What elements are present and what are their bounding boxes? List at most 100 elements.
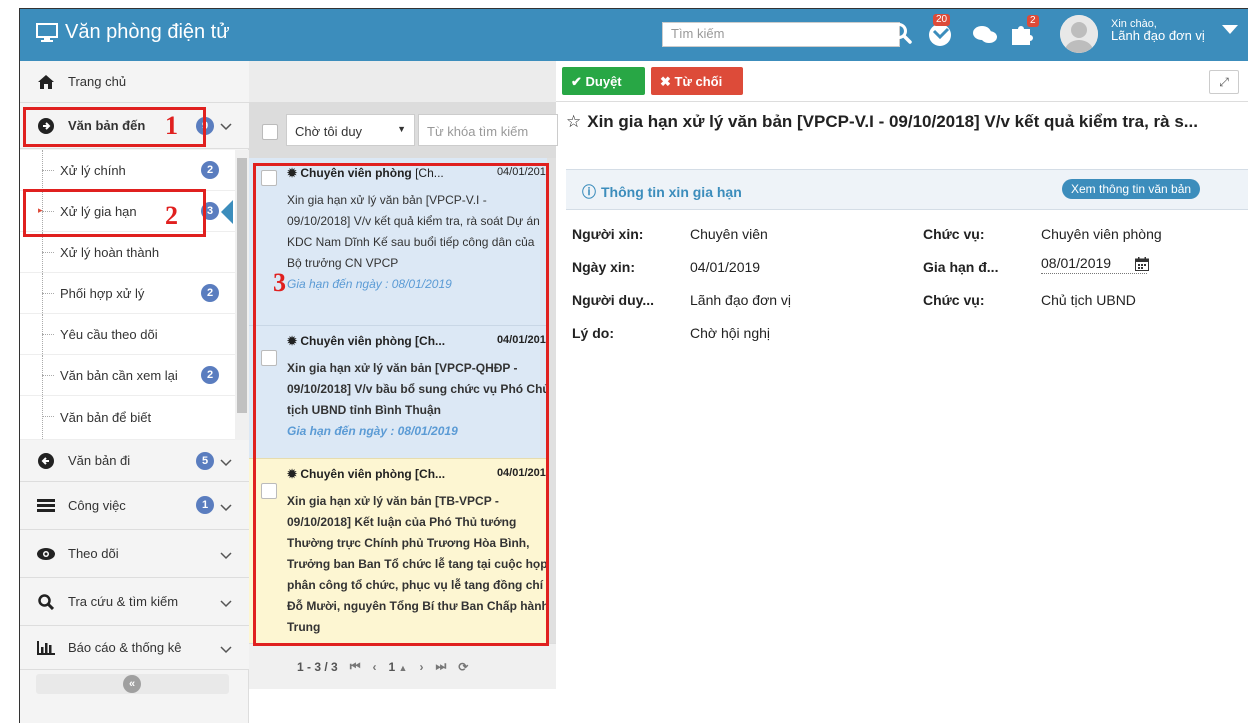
approver-role-label: Chức vụ: <box>923 292 985 308</box>
annotation-box-3 <box>253 163 549 646</box>
chevron-down-icon <box>220 500 235 515</box>
filter-selected-value: Chờ tôi duy <box>295 124 363 139</box>
sidebar-item-label: Công việc <box>68 498 126 513</box>
list-filter-bar: Chờ tôi duy ▼ Từ khóa tìm kiếm <box>249 102 558 158</box>
tasks-icon <box>36 498 56 513</box>
chevron-down-icon <box>220 455 235 470</box>
sidebar-item-label: Văn bản cần xem lại <box>60 367 178 383</box>
requester-value: Chuyên viên <box>690 226 768 242</box>
pager-page: 1 <box>388 659 396 674</box>
sidebar-item-lookup[interactable]: Tra cứu & tìm kiếm <box>20 578 249 626</box>
sidebar-item-label: Xử lý hoàn thành <box>60 244 160 260</box>
chevron-down-icon <box>220 119 235 134</box>
app-logo[interactable]: Văn phòng điện tử <box>36 21 230 44</box>
detail-toolbar: ✔ Duyệt ✖ Từ chối ⤢ <box>556 61 1248 102</box>
count-badge: 2 <box>201 161 219 179</box>
info-icon: ⓘ <box>582 184 596 200</box>
sidebar-item-completed[interactable]: Xử lý hoàn thành <box>20 232 235 273</box>
chevron-down-icon <box>220 548 235 563</box>
panel-title: ⓘ Thông tin xin gia hạn <box>582 182 742 202</box>
request-date-label: Ngày xin: <box>572 259 636 275</box>
reject-label: Từ chối <box>674 74 723 89</box>
select-all-checkbox[interactable] <box>262 124 278 140</box>
extension-info-header: ⓘ Thông tin xin gia hạn Xem thông tin vă… <box>566 169 1248 210</box>
sidebar-item-follow[interactable]: Theo dõi <box>20 530 249 578</box>
keyword-search-input[interactable]: Từ khóa tìm kiếm <box>418 114 558 146</box>
next-page-icon[interactable]: › <box>419 660 423 674</box>
calendar-icon[interactable] <box>1135 257 1149 274</box>
reject-button[interactable]: ✖ Từ chối <box>651 67 743 95</box>
user-menu-caret-icon[interactable] <box>1222 25 1238 34</box>
avatar[interactable] <box>1060 15 1098 53</box>
count-badge: 2 <box>201 366 219 384</box>
approve-label: Duyệt <box>585 74 622 89</box>
view-document-button[interactable]: Xem thông tin văn bản <box>1062 179 1201 199</box>
reason-value: Chờ hội nghị <box>690 325 771 341</box>
sidebar-item-home[interactable]: Trang chủ <box>20 61 249 103</box>
sidebar-item-label: Trang chủ <box>68 74 127 89</box>
annotation-box-2 <box>23 189 206 237</box>
document-title: ☆ Xin gia hạn xử lý văn bản [VPCP-V.I - … <box>566 112 1246 132</box>
request-date-value: 04/01/2019 <box>690 259 761 275</box>
chevron-down-icon <box>220 642 235 657</box>
collapse-sidebar-icon[interactable]: « <box>123 675 141 693</box>
search-icon[interactable] <box>890 22 912 47</box>
sidebar-item-follow-requests[interactable]: Yêu cầu theo dõi <box>20 314 235 355</box>
status-filter-select[interactable]: Chờ tôi duy ▼ <box>286 114 415 146</box>
annotation-number-3: 3 <box>273 268 286 297</box>
role-label: Chức vụ: <box>923 226 985 242</box>
sidebar-item-tasks[interactable]: Công việc 1 <box>20 482 249 530</box>
sidebar: Trang chủ Văn bản đến 9 Xử lý chính 2 ▸ … <box>20 61 249 723</box>
sidebar-item-label: Phối hợp xử lý <box>60 285 145 301</box>
top-header: Văn phòng điện tử Tìm kiếm 20 2 Xin chào… <box>20 9 1248 61</box>
search-icon <box>36 593 56 610</box>
pager-page-select[interactable]: 1 ▲ <box>389 660 408 674</box>
count-badge: 1 <box>196 496 214 514</box>
sidebar-item-main-processing[interactable]: Xử lý chính 2 <box>20 150 235 191</box>
sidebar-item-review[interactable]: Văn bản cần xem lại 2 <box>20 355 235 396</box>
user-greeting[interactable]: Xin chào, Lãnh đạo đơn vị <box>1111 18 1205 42</box>
bar-chart-icon <box>36 640 56 655</box>
list-pager: 1 - 3 / 3 ⏮ ‹ 1 ▲ › ⏭ ⟳ <box>249 643 556 689</box>
prev-page-icon[interactable]: ‹ <box>373 660 377 674</box>
extend-date-field[interactable]: 08/01/2019 <box>1041 255 1147 274</box>
requester-label: Người xin: <box>572 226 644 242</box>
notification-badge: 20 <box>933 14 951 26</box>
search-input[interactable]: Tìm kiếm <box>662 22 900 47</box>
approve-button[interactable]: ✔ Duyệt <box>562 67 645 95</box>
extend-date-label: Gia hạn đ... <box>923 259 999 275</box>
document-title-text: Xin gia hạn xử lý văn bản [VPCP-V.I - 09… <box>587 112 1198 131</box>
page-up-icon: ▲ <box>398 662 408 673</box>
sidebar-scrollbar[interactable] <box>235 150 249 440</box>
home-icon <box>36 74 56 89</box>
sidebar-item-label: Báo cáo & thống kê <box>68 640 182 655</box>
sidebar-item-for-info[interactable]: Văn bản để biết <box>20 396 235 440</box>
dropdown-arrow-icon: ▼ <box>397 124 406 134</box>
first-page-icon[interactable]: ⏮ <box>350 659 361 674</box>
annotation-number-1: 1 <box>165 111 178 140</box>
sidebar-item-reports[interactable]: Báo cáo & thống kê <box>20 626 249 670</box>
sidebar-item-outgoing[interactable]: Văn bản đi 5 <box>20 440 249 482</box>
count-badge: 2 <box>201 284 219 302</box>
approver-role-value: Chủ tịch UBND <box>1041 292 1136 308</box>
sidebar-item-label: Văn bản để biết <box>60 410 152 425</box>
reason-label: Lý do: <box>572 325 614 341</box>
count-badge: 5 <box>196 452 214 470</box>
approver-label: Người duy... <box>572 292 655 308</box>
scrollbar-thumb[interactable] <box>237 158 247 413</box>
chat-icon[interactable] <box>972 25 998 48</box>
refresh-icon[interactable]: ⟳ <box>458 660 468 674</box>
star-icon[interactable]: ☆ <box>566 112 581 132</box>
expand-icon[interactable]: ⤢ <box>1209 70 1239 94</box>
sidebar-item-label: Tra cứu & tìm kiếm <box>68 594 179 609</box>
approver-value: Lãnh đạo đơn vị <box>690 292 792 308</box>
sidebar-item-coordination[interactable]: Phối hợp xử lý 2 <box>20 273 235 314</box>
annotation-box-1 <box>23 107 206 147</box>
puzzle-icon[interactable] <box>1010 23 1034 50</box>
annotation-number-2: 2 <box>165 201 178 230</box>
eye-icon <box>36 547 56 560</box>
panel-title-text: Thông tin xin gia hạn <box>601 184 742 200</box>
last-page-icon[interactable]: ⏭ <box>435 659 446 674</box>
pager-range: 1 - 3 / 3 <box>297 659 338 674</box>
sidebar-item-label: Xử lý chính <box>60 162 126 178</box>
